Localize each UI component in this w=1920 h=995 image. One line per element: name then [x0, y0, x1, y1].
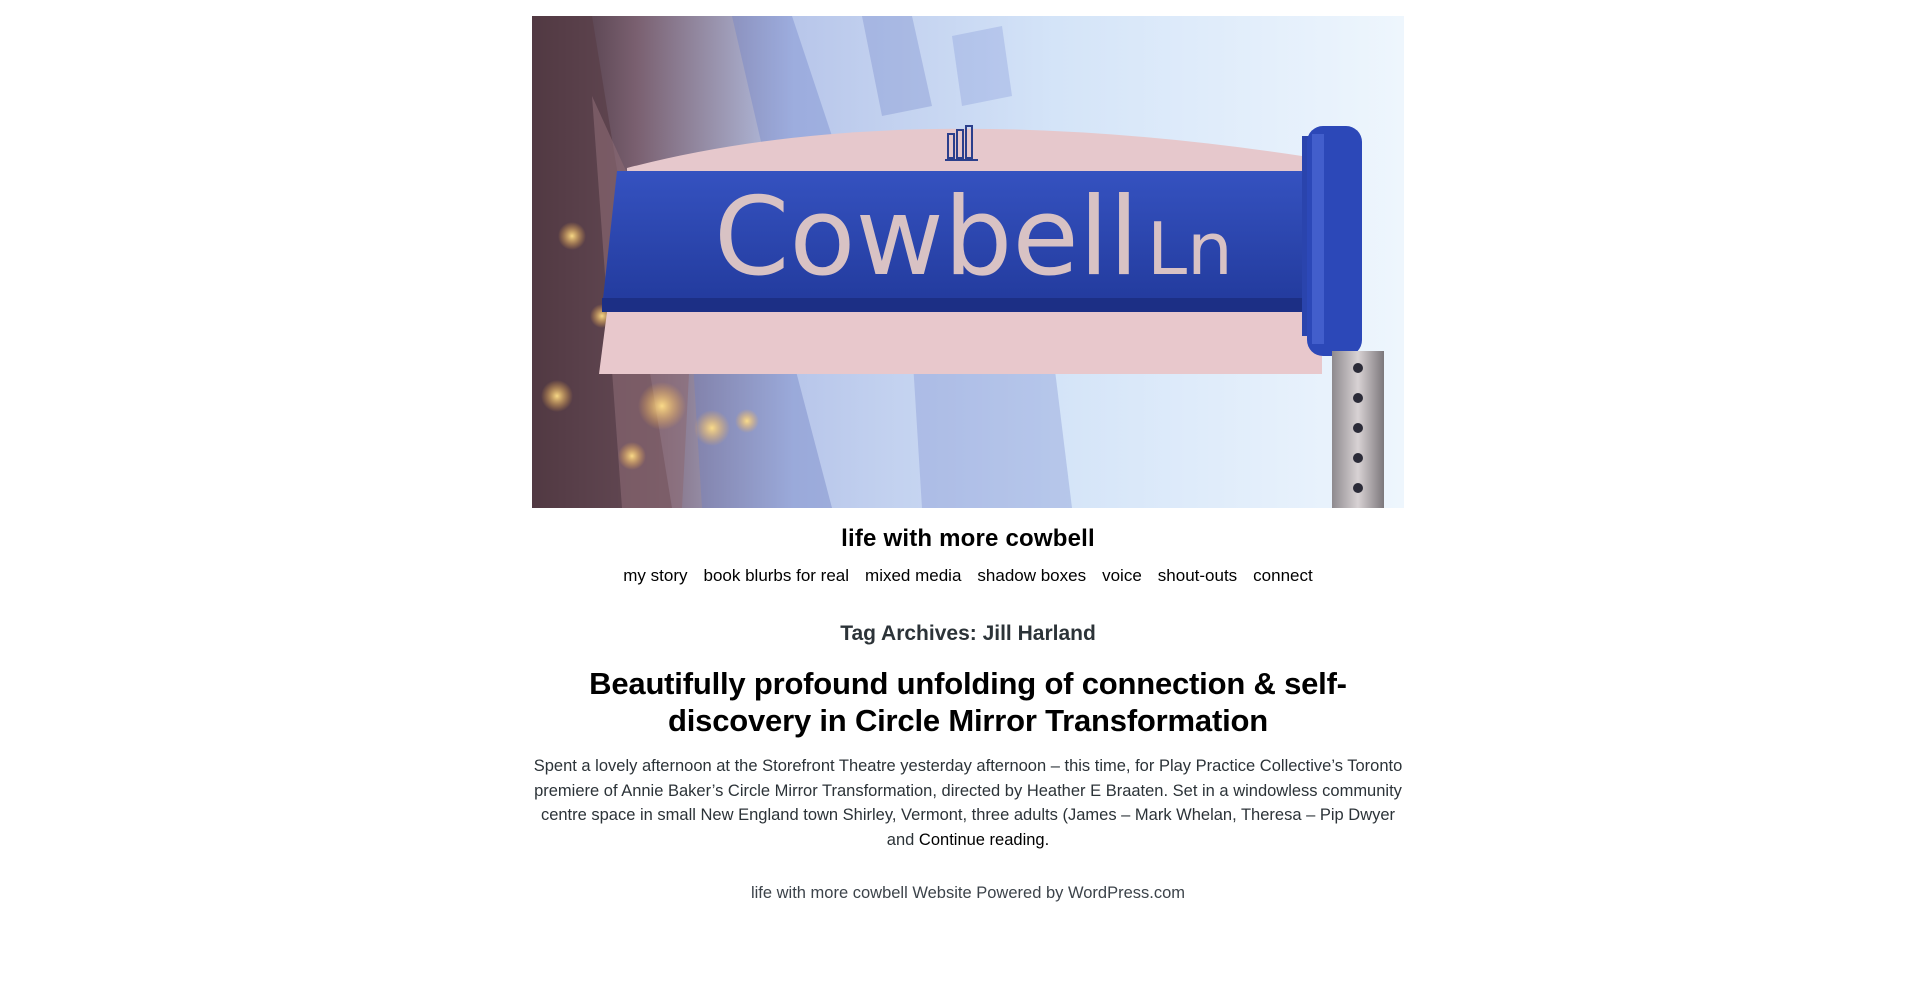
footer-site-link[interactable]: life with more cowbell Website [751, 884, 972, 902]
sign-text: Cowbell [714, 175, 1139, 300]
archive-title: Tag Archives: Jill Harland [840, 622, 1096, 645]
continue-reading-period: . [1044, 830, 1050, 849]
post-excerpt: Spent a lovely afternoon at the Storefro… [532, 754, 1404, 852]
street-sign-photo: Cowbell Ln [532, 16, 1404, 508]
nav-item-my-story[interactable]: my story [623, 566, 687, 586]
site-title-link[interactable]: life with more cowbell [841, 525, 1095, 552]
page: Cowbell Ln life with more cowbell my sto… [0, 0, 1920, 995]
post-title-link[interactable]: Beautifully profound unfolding of connec… [589, 666, 1347, 738]
nav-item-mixed-media[interactable]: mixed media [865, 566, 961, 586]
continue-reading-link[interactable]: Continue reading [919, 831, 1045, 849]
site-title: life with more cowbell [0, 525, 1920, 553]
header-image[interactable]: Cowbell Ln [532, 16, 1404, 508]
nav-menu: my story book blurbs for real mixed medi… [623, 566, 1312, 586]
footer-powered-by-link[interactable]: Powered by WordPress.com [976, 884, 1185, 902]
nav-item-connect[interactable]: connect [1253, 566, 1313, 586]
nav-item-shadow-boxes[interactable]: shadow boxes [977, 566, 1086, 586]
nav-item-book-blurbs[interactable]: book blurbs for real [704, 566, 850, 586]
nav-item-shout-outs[interactable]: shout-outs [1158, 566, 1237, 586]
primary-nav: my story book blurbs for real mixed medi… [0, 566, 1920, 586]
nav-item-voice[interactable]: voice [1102, 566, 1142, 586]
site-footer: life with more cowbell Website Powered b… [0, 884, 1920, 903]
sign-suffix: Ln [1147, 207, 1233, 291]
post-title: Beautifully profound unfolding of connec… [532, 665, 1404, 739]
